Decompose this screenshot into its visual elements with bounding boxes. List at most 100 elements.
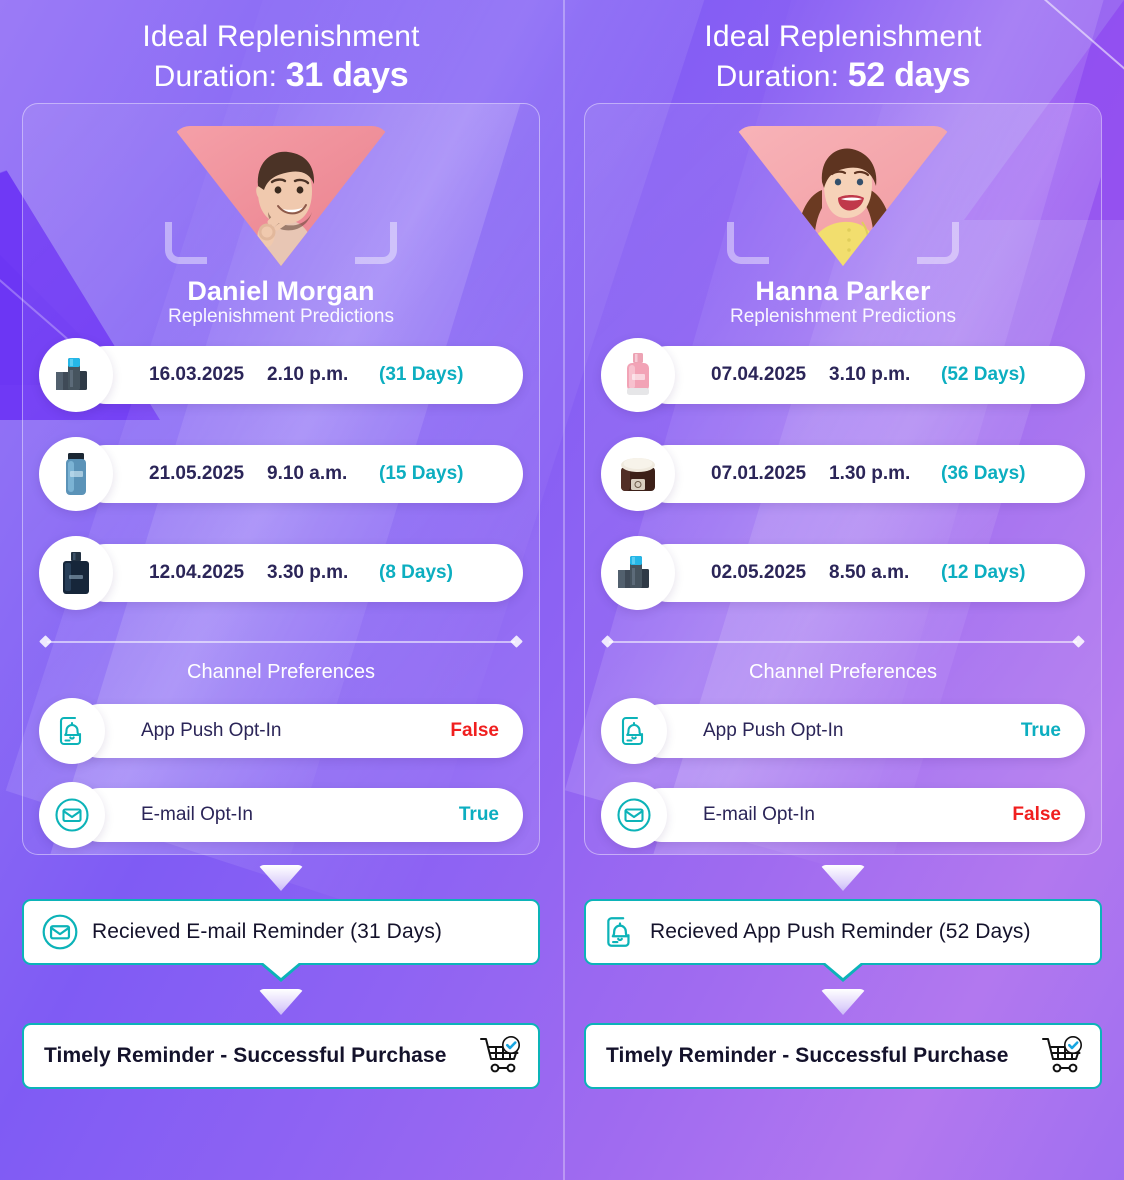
flow-right: Recieved App Push Reminder (52 Days) Tim… <box>584 864 1102 1089</box>
reminder-text: Recieved E-mail Reminder (31 Days) <box>92 919 443 943</box>
prediction-list-left: 16.03.2025 2.10 p.m. (31 Days) 21.05.202… <box>39 337 523 610</box>
header-line-2: Duration: 52 days <box>584 56 1102 95</box>
column-header-right: Ideal Replenishment Duration: 52 days <box>584 0 1102 95</box>
arrow-down-icon <box>820 864 866 891</box>
profile-name: Daniel Morgan <box>187 275 375 306</box>
preference-row-email[interactable]: E-mail Opt-In False <box>601 781 1085 848</box>
preferences-divider <box>601 635 1085 649</box>
prediction-date: 07.04.2025 <box>711 363 807 385</box>
columns-container: Ideal Replenishment Duration: 31 days Da… <box>0 0 1124 1180</box>
header-line-1: Ideal Replenishment <box>704 20 982 53</box>
avatar <box>165 122 397 272</box>
header-duration-label: Duration: <box>715 60 848 94</box>
preferences-divider <box>39 635 523 649</box>
prediction-days: (36 Days) <box>941 462 1026 484</box>
preference-pill: App Push Opt-In False <box>73 703 523 758</box>
prediction-pill: 07.01.2025 1.30 p.m. (36 Days) <box>639 444 1085 503</box>
profile-subtitle: Replenishment Predictions <box>167 305 394 327</box>
app-push-bell-icon <box>602 913 638 951</box>
prediction-row[interactable]: 07.04.2025 3.10 p.m. (52 Days) <box>601 337 1085 412</box>
prediction-time: 2.10 p.m. <box>267 363 349 385</box>
preference-pill: E-mail Opt-In True <box>73 787 523 842</box>
avatar-bracket-right-icon <box>917 221 959 264</box>
product-deodorant-set-dark <box>39 337 113 412</box>
reminder-box[interactable]: Recieved E-mail Reminder (31 Days) <box>22 898 540 965</box>
purchase-text: Timely Reminder - Successful Purchase <box>606 1043 1009 1067</box>
email-envelope-icon <box>40 912 80 952</box>
column-header-left: Ideal Replenishment Duration: 31 days <box>22 0 540 95</box>
app-push-bell-icon <box>39 697 105 764</box>
preference-label: App Push Opt-In <box>703 719 844 741</box>
preference-row-app-push[interactable]: App Push Opt-In False <box>39 697 523 764</box>
cart-check-glyph <box>1042 1035 1082 1073</box>
profile-card-right: Hanna Parker Replenishment Predictions 0… <box>584 102 1102 855</box>
product-brand-perfume-navy <box>39 535 113 610</box>
arrow-down-icon <box>258 864 304 891</box>
preference-label: E-mail Opt-In <box>703 803 815 825</box>
prediction-days: (31 Days) <box>379 363 464 385</box>
avatar <box>727 122 959 272</box>
purchase-box[interactable]: Timely Reminder - Successful Purchase <box>22 1022 540 1089</box>
reminder-text: Recieved App Push Reminder (52 Days) <box>650 919 1031 943</box>
prediction-days: (15 Days) <box>379 462 464 484</box>
prediction-row[interactable]: 12.04.2025 3.30 p.m. (8 Days) <box>39 535 523 610</box>
prediction-row[interactable]: 16.03.2025 2.10 p.m. (31 Days) <box>39 337 523 412</box>
prediction-row[interactable]: 07.01.2025 1.30 p.m. (36 Days) <box>601 436 1085 511</box>
prediction-date: 21.05.2025 <box>149 462 245 484</box>
preferences-title: Channel Preferences <box>187 660 375 683</box>
arrow-down-icon <box>258 988 304 1015</box>
column-right: Ideal Replenishment Duration: 52 days Ha… <box>562 0 1124 1180</box>
prediction-row[interactable]: 21.05.2025 9.10 a.m. (15 Days) <box>39 436 523 511</box>
preference-value: False <box>1012 803 1061 825</box>
cart-check-glyph <box>480 1035 520 1073</box>
preference-value: True <box>1020 719 1061 741</box>
divider-line <box>609 640 1077 643</box>
avatar-bracket-left-icon <box>165 221 207 264</box>
preference-value: False <box>450 719 499 741</box>
cart-check-icon <box>478 1035 524 1077</box>
email-envelope-icon <box>39 781 105 848</box>
prediction-days: (8 Days) <box>379 561 453 583</box>
infographic-stage: Ideal Replenishment Duration: 31 days Da… <box>0 0 1124 1180</box>
cart-check-icon <box>1040 1035 1086 1077</box>
header-duration-value: 31 days <box>285 56 409 95</box>
envelope-circle-glyph <box>617 798 651 832</box>
preference-row-email[interactable]: E-mail Opt-In True <box>39 781 523 848</box>
preference-pill: App Push Opt-In True <box>635 703 1085 758</box>
purchase-box[interactable]: Timely Reminder - Successful Purchase <box>584 1022 1102 1089</box>
prediction-pill: 02.05.2025 8.50 a.m. (12 Days) <box>639 543 1085 602</box>
envelope-circle-glyph <box>55 798 89 832</box>
prediction-time: 3.10 p.m. <box>829 363 911 385</box>
prediction-pill: 07.04.2025 3.10 p.m. (52 Days) <box>639 345 1085 404</box>
email-envelope-icon <box>601 781 667 848</box>
phone-bell-glyph <box>59 716 82 745</box>
profile-name: Hanna Parker <box>755 275 931 306</box>
header-line-2: Duration: 31 days <box>22 56 540 95</box>
header-duration-label: Duration: <box>153 60 286 94</box>
product-mens-bottle-blue <box>39 436 113 511</box>
preferences-title: Channel Preferences <box>749 660 937 683</box>
prediction-row[interactable]: 02.05.2025 8.50 a.m. (12 Days) <box>601 535 1085 610</box>
product-deodorant-set-dark <box>601 535 675 610</box>
product-pink-perfume <box>601 337 675 412</box>
prediction-time: 3.30 p.m. <box>267 561 349 583</box>
prediction-pill: 12.04.2025 3.30 p.m. (8 Days) <box>77 543 523 602</box>
flow-left: Recieved E-mail Reminder (31 Days) Timel… <box>22 864 540 1089</box>
product-icon <box>618 555 649 588</box>
prediction-pill: 21.05.2025 9.10 a.m. (15 Days) <box>77 444 523 503</box>
product-cream-jar-brown <box>601 436 675 511</box>
column-left: Ideal Replenishment Duration: 31 days Da… <box>0 0 562 1180</box>
preference-row-app-push[interactable]: App Push Opt-In True <box>601 697 1085 764</box>
avatar-bracket-right-icon <box>355 221 397 264</box>
profile-card-left: Daniel Morgan Replenishment Predictions … <box>22 102 540 855</box>
prediction-list-right: 07.04.2025 3.10 p.m. (52 Days) 07.01.202… <box>601 337 1085 610</box>
prediction-date: 12.04.2025 <box>149 561 245 583</box>
reminder-box[interactable]: Recieved App Push Reminder (52 Days) <box>584 898 1102 965</box>
prediction-pill: 16.03.2025 2.10 p.m. (31 Days) <box>77 345 523 404</box>
preference-label: E-mail Opt-In <box>141 803 253 825</box>
preference-value: True <box>458 803 499 825</box>
prediction-time: 9.10 a.m. <box>267 462 348 484</box>
preference-label: App Push Opt-In <box>141 719 282 741</box>
header-duration-value: 52 days <box>847 56 971 95</box>
product-icon <box>56 357 87 390</box>
